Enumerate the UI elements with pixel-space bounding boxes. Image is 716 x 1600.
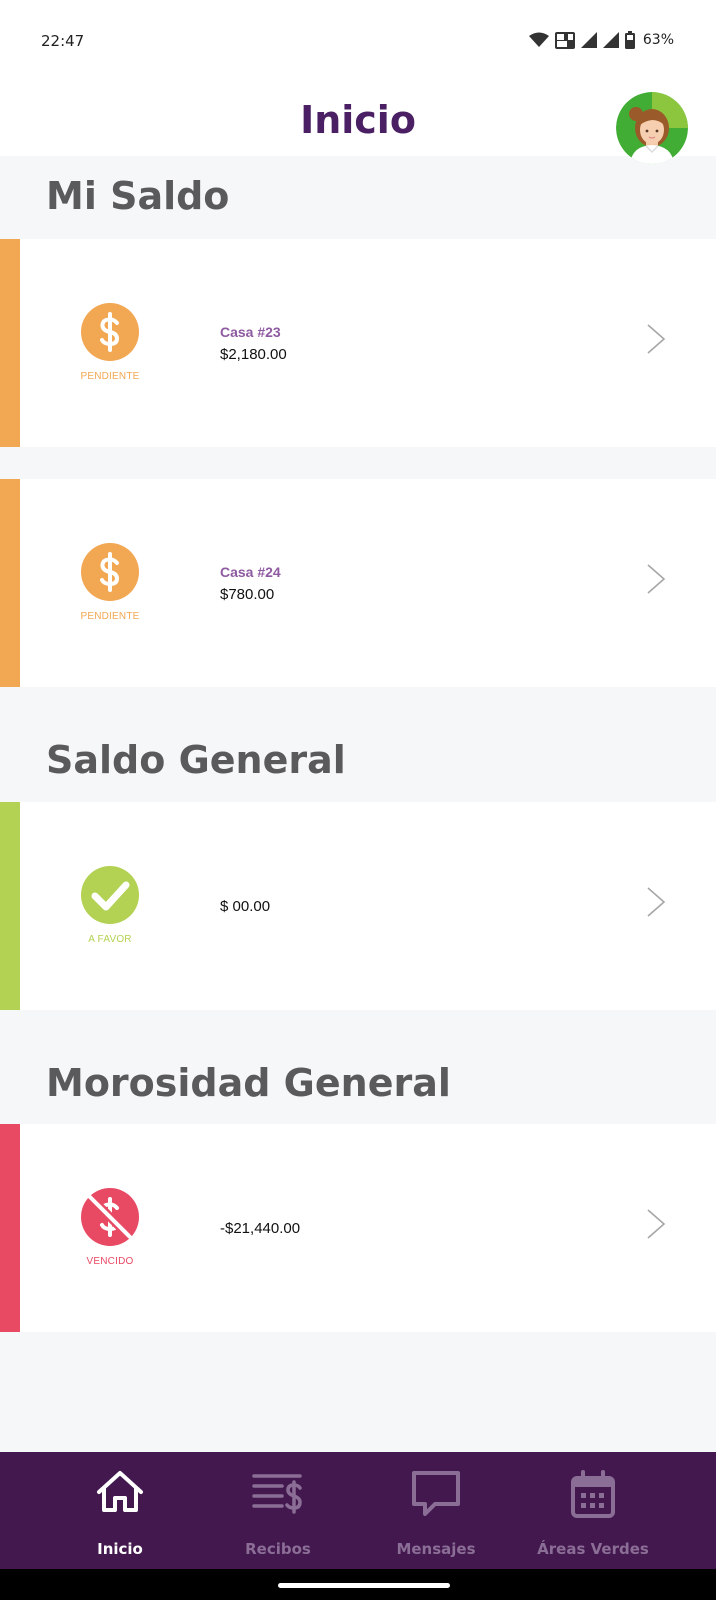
balance-card-casa-23[interactable]: PENDIENTE Casa #23 $2,180.00 [0, 239, 716, 447]
nav-item-recibos[interactable]: Recibos [193, 1452, 363, 1569]
chevron-right-icon [647, 564, 666, 594]
house-label: Casa #23 [220, 324, 281, 340]
wifi-icon [528, 32, 549, 47]
battery-percentage: 63% [642, 32, 674, 48]
status-accent-bar [0, 479, 20, 687]
status-accent-bar [0, 802, 20, 1010]
volte-icon [554, 31, 575, 49]
status-label: PENDIENTE [80, 611, 140, 622]
general-balance-card[interactable]: A FAVOR $ 00.00 [0, 802, 716, 1010]
chevron-right-icon [647, 1209, 666, 1239]
page-title: Inicio [300, 98, 416, 142]
nav-item-inicio[interactable]: Inicio [35, 1452, 205, 1569]
status-accent-bar [0, 239, 20, 447]
chevron-right-icon [647, 887, 666, 917]
nav-label: Inicio [97, 1540, 143, 1558]
dollar-icon [81, 543, 139, 601]
nav-label: Recibos [245, 1540, 311, 1558]
balance-card-casa-24[interactable]: PENDIENTE Casa #24 $780.00 [0, 479, 716, 687]
status-label: A FAVOR [88, 934, 132, 945]
section-title-mi-saldo: Mi Saldo [46, 174, 230, 218]
no-dollar-icon [81, 1188, 139, 1246]
balance-amount: $2,180.00 [220, 346, 287, 363]
system-navigation-bar [0, 1569, 716, 1600]
nav-item-areas-verdes[interactable]: Áreas Verdes [508, 1452, 678, 1569]
house-label: Casa #24 [220, 564, 281, 580]
check-icon [81, 866, 139, 924]
section-title-morosidad-general: Morosidad General [46, 1061, 451, 1105]
balance-amount: -$21,440.00 [220, 1220, 301, 1237]
calendar-icon [571, 1470, 615, 1518]
status-label: PENDIENTE [80, 371, 140, 382]
receipts-icon [252, 1474, 302, 1514]
balance-amount: $780.00 [220, 586, 275, 603]
overdue-balance-card[interactable]: VENCIDO -$21,440.00 [0, 1124, 716, 1332]
user-avatar-icon[interactable] [616, 92, 688, 164]
status-icons: 63% [528, 31, 674, 49]
home-gesture-handle[interactable] [278, 1583, 450, 1588]
nav-item-mensajes[interactable]: Mensajes [351, 1452, 521, 1569]
nav-label: Mensajes [396, 1540, 476, 1558]
balance-amount: $ 00.00 [220, 898, 271, 915]
status-bar: 22:47 63% [0, 0, 716, 80]
signal-icon [602, 32, 619, 48]
home-icon [97, 1471, 143, 1512]
app-header: Inicio [0, 80, 716, 164]
section-title-saldo-general: Saldo General [46, 738, 346, 782]
status-accent-bar [0, 1124, 20, 1332]
chevron-right-icon [647, 324, 666, 354]
status-label: VENCIDO [86, 1256, 134, 1267]
nav-label: Áreas Verdes [537, 1540, 649, 1558]
bottom-navigation: Inicio Recibos Mensajes Áreas Verdes [0, 1452, 716, 1569]
message-icon [412, 1471, 460, 1516]
signal-icon [580, 32, 597, 48]
dollar-icon [81, 303, 139, 361]
battery-icon [624, 31, 635, 49]
status-time: 22:47 [41, 32, 85, 50]
